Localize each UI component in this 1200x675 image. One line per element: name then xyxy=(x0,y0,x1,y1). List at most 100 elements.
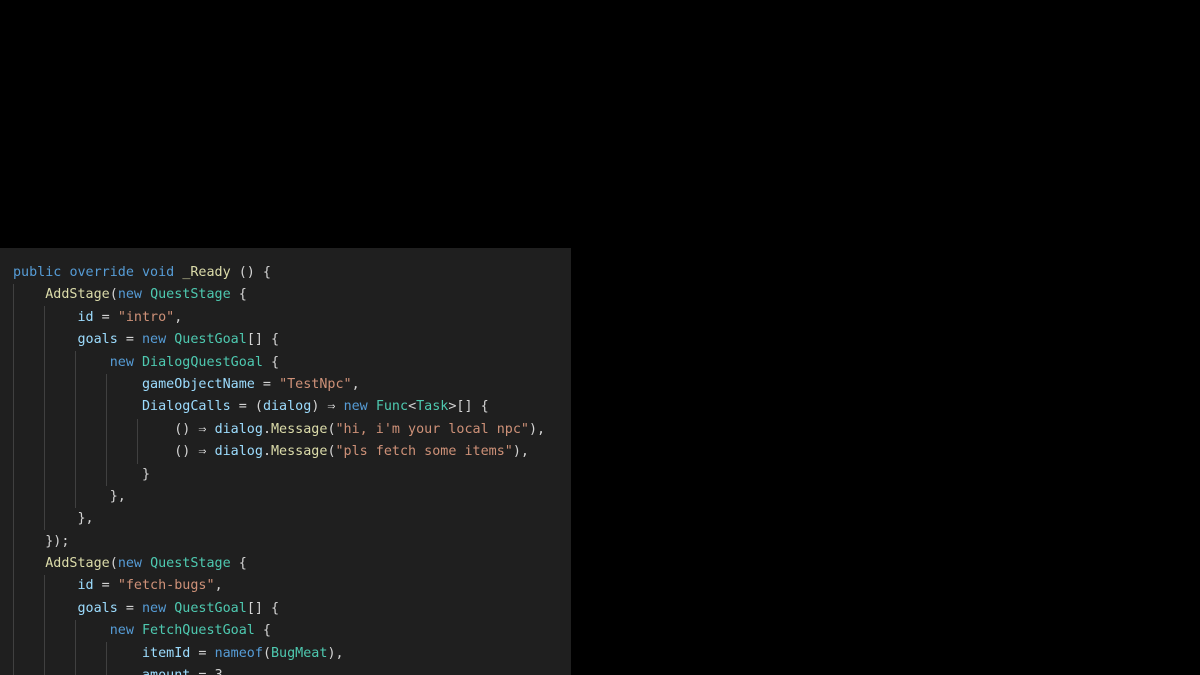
variable-token: dialog xyxy=(214,444,263,460)
punctuation-token: { xyxy=(262,354,280,370)
string-token: "pls fetch some items" xyxy=(335,444,513,460)
punctuation-token: ( xyxy=(327,421,336,437)
variable-token: dialog xyxy=(262,399,312,415)
function-token: _Ready xyxy=(182,265,231,280)
punctuation-token: () { xyxy=(230,265,271,280)
punctuation-token: < xyxy=(408,399,417,415)
code-line: DialogCalls = (dialog) ⇒ new Func<Task>[… xyxy=(13,396,545,418)
code-line: } xyxy=(13,464,545,486)
type-token: BugMeat xyxy=(271,645,328,661)
code-line: public override void _Ready () { xyxy=(13,262,545,284)
keyword-token: new xyxy=(117,287,142,303)
string-token: "intro" xyxy=(117,309,175,325)
keyword-token: nameof xyxy=(214,645,263,661)
type-token: QuestGoal xyxy=(174,600,247,616)
keyword-token: public xyxy=(13,265,62,280)
code-line: () ⇒ dialog.Message("hi, i'm your local … xyxy=(13,419,545,441)
punctuation-token: [] { xyxy=(246,600,280,616)
type-token: QuestGoal xyxy=(174,332,247,348)
operator-token: = xyxy=(254,376,280,392)
variable-token: gameObjectName xyxy=(142,376,255,392)
code-line: new FetchQuestGoal { xyxy=(13,620,545,642)
punctuation-token: [] { xyxy=(246,332,280,348)
number-token: 3 xyxy=(215,668,223,675)
variable-token: dialog xyxy=(214,421,263,437)
operator-token: = xyxy=(93,309,118,325)
function-token: AddStage xyxy=(45,556,110,572)
variable-token: amount xyxy=(142,668,190,675)
operator-token: = xyxy=(117,600,142,616)
keyword-token: new xyxy=(142,332,167,348)
keyword-token: new xyxy=(343,399,368,415)
keyword-token: new xyxy=(109,354,134,370)
variable-token: DialogCalls xyxy=(142,399,231,415)
punctuation-token: ( xyxy=(109,556,118,572)
code-line: }, xyxy=(13,486,545,508)
punctuation-token: . xyxy=(262,444,271,460)
lambda-token: () ⇒ xyxy=(174,421,215,437)
variable-token: id xyxy=(77,309,94,325)
operator-token: = ( xyxy=(230,399,263,415)
lambda-token: () ⇒ xyxy=(174,444,215,460)
type-token: Task xyxy=(416,399,449,415)
punctuation-token: ), xyxy=(512,444,529,460)
operator-token: = xyxy=(190,668,214,675)
code-line: AddStage(new QuestStage { xyxy=(13,284,545,306)
punctuation-token: { xyxy=(230,556,247,572)
punctuation-token: , xyxy=(214,578,223,594)
code-line: () ⇒ dialog.Message("pls fetch some item… xyxy=(13,441,545,463)
code-line: AddStage(new QuestStage { xyxy=(13,553,545,575)
punctuation-token: } xyxy=(142,466,151,482)
code-line: id = "fetch-bugs", xyxy=(13,575,545,597)
punctuation-token: ), xyxy=(327,645,344,661)
string-token: "hi, i'm your local npc" xyxy=(335,421,529,437)
code-line: gameObjectName = "TestNpc", xyxy=(13,374,545,396)
punctuation-token: ( xyxy=(109,287,118,303)
punctuation-token: }, xyxy=(77,511,94,527)
variable-token: id xyxy=(77,578,94,594)
code-line: }, xyxy=(13,508,545,530)
type-token: QuestStage xyxy=(150,287,231,303)
punctuation-token: ), xyxy=(528,421,546,437)
code-lines[interactable]: public override void _Ready () { AddStag… xyxy=(13,262,545,675)
type-token: DialogQuestGoal xyxy=(142,354,263,370)
punctuation-token: . xyxy=(262,421,271,437)
variable-token: goals xyxy=(77,600,118,616)
code-line: itemId = nameof(BugMeat), xyxy=(13,643,545,665)
arrow-token: ) ⇒ xyxy=(311,399,344,415)
function-token: Message xyxy=(271,444,328,460)
type-token: QuestStage xyxy=(150,556,231,572)
string-token: "fetch-bugs" xyxy=(117,578,215,594)
punctuation-token: { xyxy=(230,287,247,303)
operator-token: = xyxy=(93,578,118,594)
operator-token: = xyxy=(117,332,142,348)
code-line: new DialogQuestGoal { xyxy=(13,352,545,374)
keyword-token: override xyxy=(69,265,134,280)
function-token: Message xyxy=(271,421,328,437)
punctuation-token: ( xyxy=(262,645,271,661)
string-token: "TestNpc" xyxy=(279,376,352,392)
code-editor-panel[interactable]: public override void _Ready () { AddStag… xyxy=(0,248,571,675)
type-token: FetchQuestGoal xyxy=(142,623,255,639)
function-token: AddStage xyxy=(45,287,110,303)
punctuation-token: { xyxy=(254,623,271,639)
code-line: id = "intro", xyxy=(13,307,545,329)
keyword-token: new xyxy=(117,556,142,572)
keyword-token: new xyxy=(109,623,134,639)
code-line: }); xyxy=(13,531,545,553)
code-line: goals = new QuestGoal[] { xyxy=(13,598,545,620)
keyword-token: void xyxy=(142,265,175,280)
punctuation-token: , xyxy=(351,376,360,392)
punctuation-token: ( xyxy=(327,444,336,460)
type-token: Func xyxy=(375,399,409,415)
code-line: amount = 3 xyxy=(13,665,545,675)
punctuation-token: }, xyxy=(109,488,126,504)
variable-token: goals xyxy=(77,332,118,348)
punctuation-token: , xyxy=(174,309,183,325)
operator-token: = xyxy=(190,645,215,661)
keyword-token: new xyxy=(142,600,167,616)
punctuation-token: }); xyxy=(45,533,70,549)
variable-token: itemId xyxy=(142,645,191,661)
code-line: goals = new QuestGoal[] { xyxy=(13,329,545,351)
punctuation-token: >[] { xyxy=(448,399,489,415)
